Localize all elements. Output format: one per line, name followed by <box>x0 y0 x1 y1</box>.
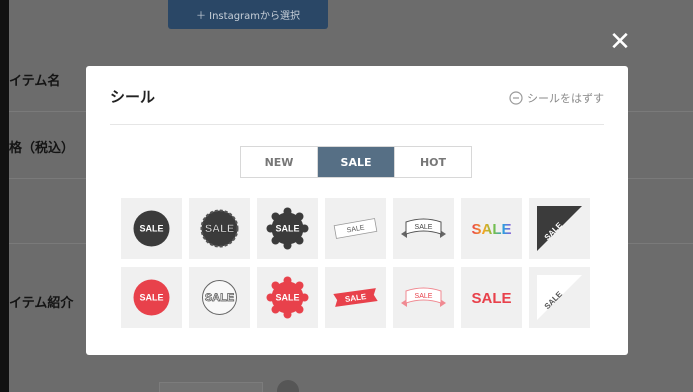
tab-new-label: NEW <box>264 155 294 169</box>
left-edge <box>0 0 9 392</box>
tab-sale-label: SALE <box>340 155 372 169</box>
sale-red-circle-icon: SALE <box>133 279 170 316</box>
sticker-dark-scalloped[interactable]: SALE <box>257 198 318 259</box>
bg-label-price: 格（税込） <box>9 141 75 156</box>
sale-dark-circle-icon: SALE <box>133 210 170 247</box>
sticker-red-scalloped[interactable]: SALE <box>257 267 318 328</box>
sticker-red-circle[interactable]: SALE <box>121 267 182 328</box>
sale-vintage-banner-icon: SALE <box>401 218 446 238</box>
bg-label-description: イテム紹介 <box>9 296 74 311</box>
tab-sale[interactable]: SALE <box>317 147 394 177</box>
tab-new[interactable]: NEW <box>241 147 317 177</box>
sticker-text: SALE <box>205 223 234 235</box>
remove-sticker-button[interactable]: シールをはずす <box>509 90 604 106</box>
sticker-dark-corner[interactable]: SALE <box>529 198 590 259</box>
modal-title: シール <box>110 88 156 106</box>
sticker-white-corner[interactable]: SALE <box>529 267 590 328</box>
close-icon[interactable]: ✕ <box>605 27 635 57</box>
sticker-text: SALE <box>275 224 299 234</box>
bg-label-item-name: イテム名 <box>9 74 61 89</box>
sticker-red-ribbon[interactable]: SALE <box>325 267 386 328</box>
sticker-text: SALE <box>415 224 433 231</box>
sticker-dark-rough-circle[interactable]: SALE <box>189 198 250 259</box>
sale-white-ribbon-icon: SALE <box>333 218 378 239</box>
sale-red-scallop-icon: SALE <box>266 276 309 319</box>
sticker-dark-circle[interactable]: SALE <box>121 198 182 259</box>
sale-outline-circle-icon: SALE <box>202 280 237 315</box>
tab-hot-label: HOT <box>419 155 447 169</box>
sale-dark-corner-icon: SALE <box>537 206 582 251</box>
sticker-text: SALE <box>471 290 511 307</box>
modal-divider <box>110 124 604 125</box>
sale-red-text-icon: SALE <box>471 290 511 307</box>
sticker-text: SALE <box>275 293 299 303</box>
sale-white-corner-icon: SALE <box>537 275 582 320</box>
tab-hot[interactable]: HOT <box>394 147 471 177</box>
screen: ＋ Instagramから選択 イテム名 格（税込） イテム紹介 ✕ シール シ… <box>0 0 693 392</box>
sticker-text: SALE <box>139 224 163 234</box>
instagram-select-label: ＋ Instagramから選択 <box>195 11 301 22</box>
sale-rainbow-text-icon: SALE <box>471 221 511 238</box>
sticker-modal: シール シールをはずす NEW SALE HOT SALE SALE SALE … <box>86 66 628 355</box>
bg-circle-button <box>277 380 299 392</box>
sticker-pink-banner[interactable]: SALE <box>393 267 454 328</box>
sticker-tabs: NEW SALE HOT <box>240 146 472 178</box>
sticker-white-ribbon[interactable]: SALE <box>325 198 386 259</box>
sticker-red-text[interactable]: SALE <box>461 267 522 328</box>
sticker-rainbow-text[interactable]: SALE <box>461 198 522 259</box>
sale-dark-rough-icon: SALE <box>200 209 239 248</box>
sticker-grid: SALE SALE SALE SALE SALE SALE SALE SALE … <box>121 198 595 328</box>
sale-dark-scallop-icon: SALE <box>266 207 309 250</box>
minus-circle-icon <box>509 91 523 105</box>
sticker-vintage-banner[interactable]: SALE <box>393 198 454 259</box>
sale-red-ribbon-icon: SALE <box>333 288 378 307</box>
sale-pink-banner-icon: SALE <box>401 287 446 307</box>
sticker-text: SALE <box>139 293 163 303</box>
remove-sticker-label: シールをはずす <box>527 92 604 105</box>
bg-input <box>159 382 263 392</box>
sticker-text: SALE <box>471 221 511 238</box>
instagram-select-button: ＋ Instagramから選択 <box>168 0 328 29</box>
sticker-text: SALE <box>415 293 433 300</box>
sticker-outline-circle[interactable]: SALE <box>189 267 250 328</box>
sticker-text: SALE <box>205 292 234 304</box>
